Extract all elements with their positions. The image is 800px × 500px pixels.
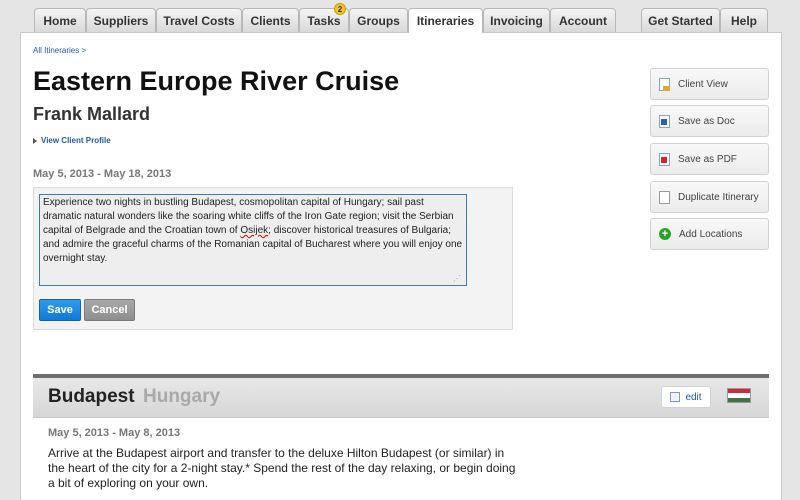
save-as-doc-button[interactable]: Save as Doc [650,105,769,137]
tab-tasks-label: Tasks [307,13,341,28]
edit-icon [670,392,681,402]
duplicate-itinerary-label: Duplicate Itinerary [678,191,759,203]
tab-account[interactable]: Account [550,8,616,32]
word-doc-icon [659,114,670,128]
pdf-icon [659,152,670,166]
main-nav: Home Suppliers Travel Costs Clients Task… [0,3,800,33]
edit-destination-button[interactable]: edit [661,386,711,408]
flag-stripe-green [728,397,750,402]
tab-itineraries[interactable]: Itineraries [408,8,483,33]
client-view-button[interactable]: Client View [650,68,769,100]
description-textarea[interactable]: Experience two nights in bustling Budape… [39,194,467,286]
tab-help[interactable]: Help [720,8,768,32]
client-name: Frank Mallard [33,104,151,124]
tab-get-started[interactable]: Get Started [641,8,720,32]
itinerary-date-range: May 5, 2013 - May 18, 2013 [33,168,172,180]
save-as-pdf-button[interactable]: Save as PDF [650,143,769,175]
hungary-flag-icon [727,388,751,403]
view-client-profile-link[interactable]: View Client Profile [33,136,111,145]
tasks-count-badge: 2 [334,3,346,15]
cancel-button[interactable]: Cancel [84,299,135,321]
destination-city: Budapest [48,386,135,407]
tab-invoicing[interactable]: Invoicing [483,8,550,32]
duplicate-icon [659,190,670,204]
duplicate-itinerary-button[interactable]: Duplicate Itinerary [650,181,769,213]
breadcrumb[interactable]: All Itineraries > [33,46,86,55]
expand-arrow-icon [33,137,37,144]
destination-description: Arrive at the Budapest airport and trans… [48,446,516,490]
save-as-doc-label: Save as Doc [678,115,735,127]
add-locations-button[interactable]: + Add Locations [650,218,769,250]
tab-groups[interactable]: Groups [349,8,408,32]
tab-clients[interactable]: Clients [242,8,299,32]
save-button[interactable]: Save [39,299,81,321]
misspelled-word: Osijek [240,225,269,236]
tab-suppliers[interactable]: Suppliers [86,8,156,32]
client-view-icon [659,77,670,91]
destination-date-range: May 5, 2013 - May 8, 2013 [48,427,181,439]
edit-label: edit [685,391,702,403]
tab-home[interactable]: Home [34,8,86,32]
save-as-pdf-label: Save as PDF [678,153,737,165]
client-view-label: Client View [678,78,728,90]
destination-country: Hungary [143,386,221,407]
tab-tasks[interactable]: Tasks 2 [299,3,349,32]
resize-grip-icon[interactable]: ⋰ [453,274,461,283]
add-locations-label: Add Locations [679,228,743,240]
page-title: Eastern Europe River Cruise [33,66,400,96]
view-client-profile-label: View Client Profile [41,136,111,145]
tab-travel-costs[interactable]: Travel Costs [156,8,242,32]
add-circle-icon: + [659,228,671,240]
